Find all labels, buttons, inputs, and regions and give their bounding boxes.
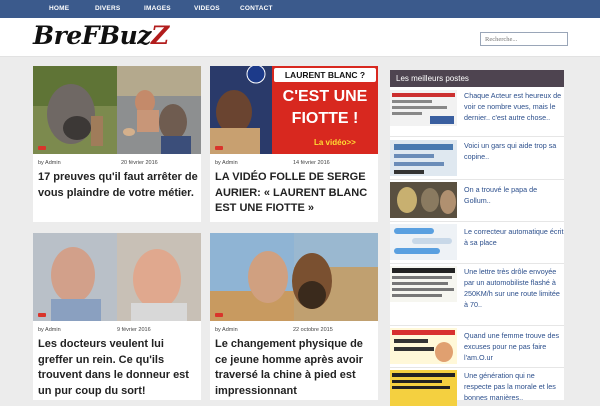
article-thumbnail[interactable] (210, 233, 378, 321)
site-header: BreFBuzZ (0, 18, 600, 57)
nav-home[interactable]: HOME (49, 0, 69, 18)
article-title[interactable]: 17 preuves qu'il faut arrêter de vous pl… (38, 170, 198, 201)
image-caption-line3: FIOTTE ! (291, 110, 359, 127)
sidebar-divider (390, 179, 564, 180)
article-author[interactable]: by Admin (215, 327, 238, 333)
article-card[interactable]: by Admin 9 février 2016 Les docteurs veu… (33, 233, 201, 400)
transformation-photo-image (210, 233, 378, 321)
sidebar-post[interactable]: Une génération qui ne respecte pas la mo… (390, 370, 564, 406)
sidebar-post-thumbnail[interactable] (390, 182, 457, 218)
sidebar-post-title[interactable]: Une génération qui ne respecte pas la mo… (464, 370, 564, 403)
image-caption-line1: LAURENT BLANC ? (274, 68, 376, 82)
sidebar-post-thumbnail[interactable] (390, 140, 457, 176)
sidebar-post[interactable]: Le correcteur automatique écrit à sa pla… (390, 224, 564, 264)
sidebar-post[interactable]: Chaque Acteur est heureux de voir ce nom… (390, 90, 564, 136)
article-date: 14 février 2016 (293, 160, 330, 166)
sidebar-post-title[interactable]: Une lettre très drôle envoyée par un aut… (464, 266, 564, 310)
article-title[interactable]: LA VIDÉO FOLLE DE SERGE AURIER: « LAUREN… (215, 170, 375, 217)
sidebar-post-thumbnail[interactable] (390, 224, 457, 260)
search-input[interactable] (480, 32, 568, 46)
article-thumbnail[interactable] (33, 66, 201, 154)
sidebar-divider (390, 136, 564, 137)
sidebar-divider (390, 221, 564, 222)
sidebar-heading: Les meilleurs postes (390, 70, 564, 87)
logo-text: BreFBuz (33, 21, 151, 50)
sidebar-post[interactable]: Une lettre très drôle envoyée par un aut… (390, 266, 564, 326)
category-tag (38, 313, 46, 317)
sidebar-post-title[interactable]: Le correcteur automatique écrit à sa pla… (464, 226, 564, 248)
article-title[interactable]: Les docteurs veulent lui greffer un rein… (38, 337, 200, 399)
nav-divers[interactable]: DIVERS (95, 0, 120, 18)
article-thumbnail[interactable] (33, 233, 201, 321)
sidebar-post-title[interactable]: Quand une femme trouve des excuses pour … (464, 330, 564, 363)
article-author[interactable]: by Admin (38, 160, 61, 166)
top-nav: HOME DIVERS IMAGES VIDEOS CONTACT (0, 0, 600, 18)
sidebar-post-thumbnail[interactable] (390, 90, 457, 126)
sidebar-post-thumbnail[interactable] (390, 266, 457, 302)
elephant-photo-image (33, 66, 201, 154)
article-author[interactable]: by Admin (215, 160, 238, 166)
sidebar-post-thumbnail[interactable] (390, 370, 457, 406)
image-caption-cta: La vidéo>> (314, 138, 356, 147)
sidebar-divider (390, 325, 564, 326)
nav-images[interactable]: IMAGES (144, 0, 171, 18)
hospital-selfie-image (33, 233, 201, 321)
sidebar-post-thumbnail[interactable] (390, 328, 457, 364)
sidebar-post-title[interactable]: On a trouvé le papa de Gollum.. (464, 184, 564, 206)
sidebar-post[interactable]: Quand une femme trouve des excuses pour … (390, 328, 564, 368)
nav-contact[interactable]: CONTACT (240, 0, 273, 18)
sidebar-post[interactable]: On a trouvé le papa de Gollum.. (390, 182, 564, 222)
sidebar-post-title[interactable]: Chaque Acteur est heureux de voir ce nom… (464, 90, 564, 123)
article-card[interactable]: LAURENT BLANC ? C'EST UNE FIOTTE ! La vi… (210, 66, 378, 222)
category-tag (215, 146, 223, 150)
article-card[interactable]: by Admin 20 février 2016 17 preuves qu'i… (33, 66, 201, 222)
category-tag (215, 313, 223, 317)
article-card[interactable]: by Admin 22 octobre 2015 Le changement p… (210, 233, 378, 400)
sidebar-divider (390, 367, 564, 368)
sidebar-divider (390, 263, 564, 264)
article-author[interactable]: by Admin (38, 327, 61, 333)
sidebar-popular-posts: Les meilleurs postes Chaque Acteur est h… (390, 70, 564, 406)
article-date: 20 février 2016 (121, 160, 158, 166)
site-logo[interactable]: BreFBuzZ (33, 21, 169, 50)
image-caption-line2: C'EST UNE (282, 88, 368, 105)
category-tag (38, 146, 46, 150)
article-thumbnail[interactable]: LAURENT BLANC ? C'EST UNE FIOTTE ! La vi… (210, 66, 378, 154)
article-date: 9 février 2016 (117, 327, 151, 333)
article-title[interactable]: Le changement physique de ce jeune homme… (215, 337, 377, 399)
logo-accent: Z (150, 21, 169, 50)
article-date: 22 octobre 2015 (293, 327, 333, 333)
sidebar-post[interactable]: Voici un gars qui aide trop sa copine.. (390, 140, 564, 180)
nav-videos[interactable]: VIDEOS (194, 0, 220, 18)
sidebar-post-title[interactable]: Voici un gars qui aide trop sa copine.. (464, 140, 564, 162)
